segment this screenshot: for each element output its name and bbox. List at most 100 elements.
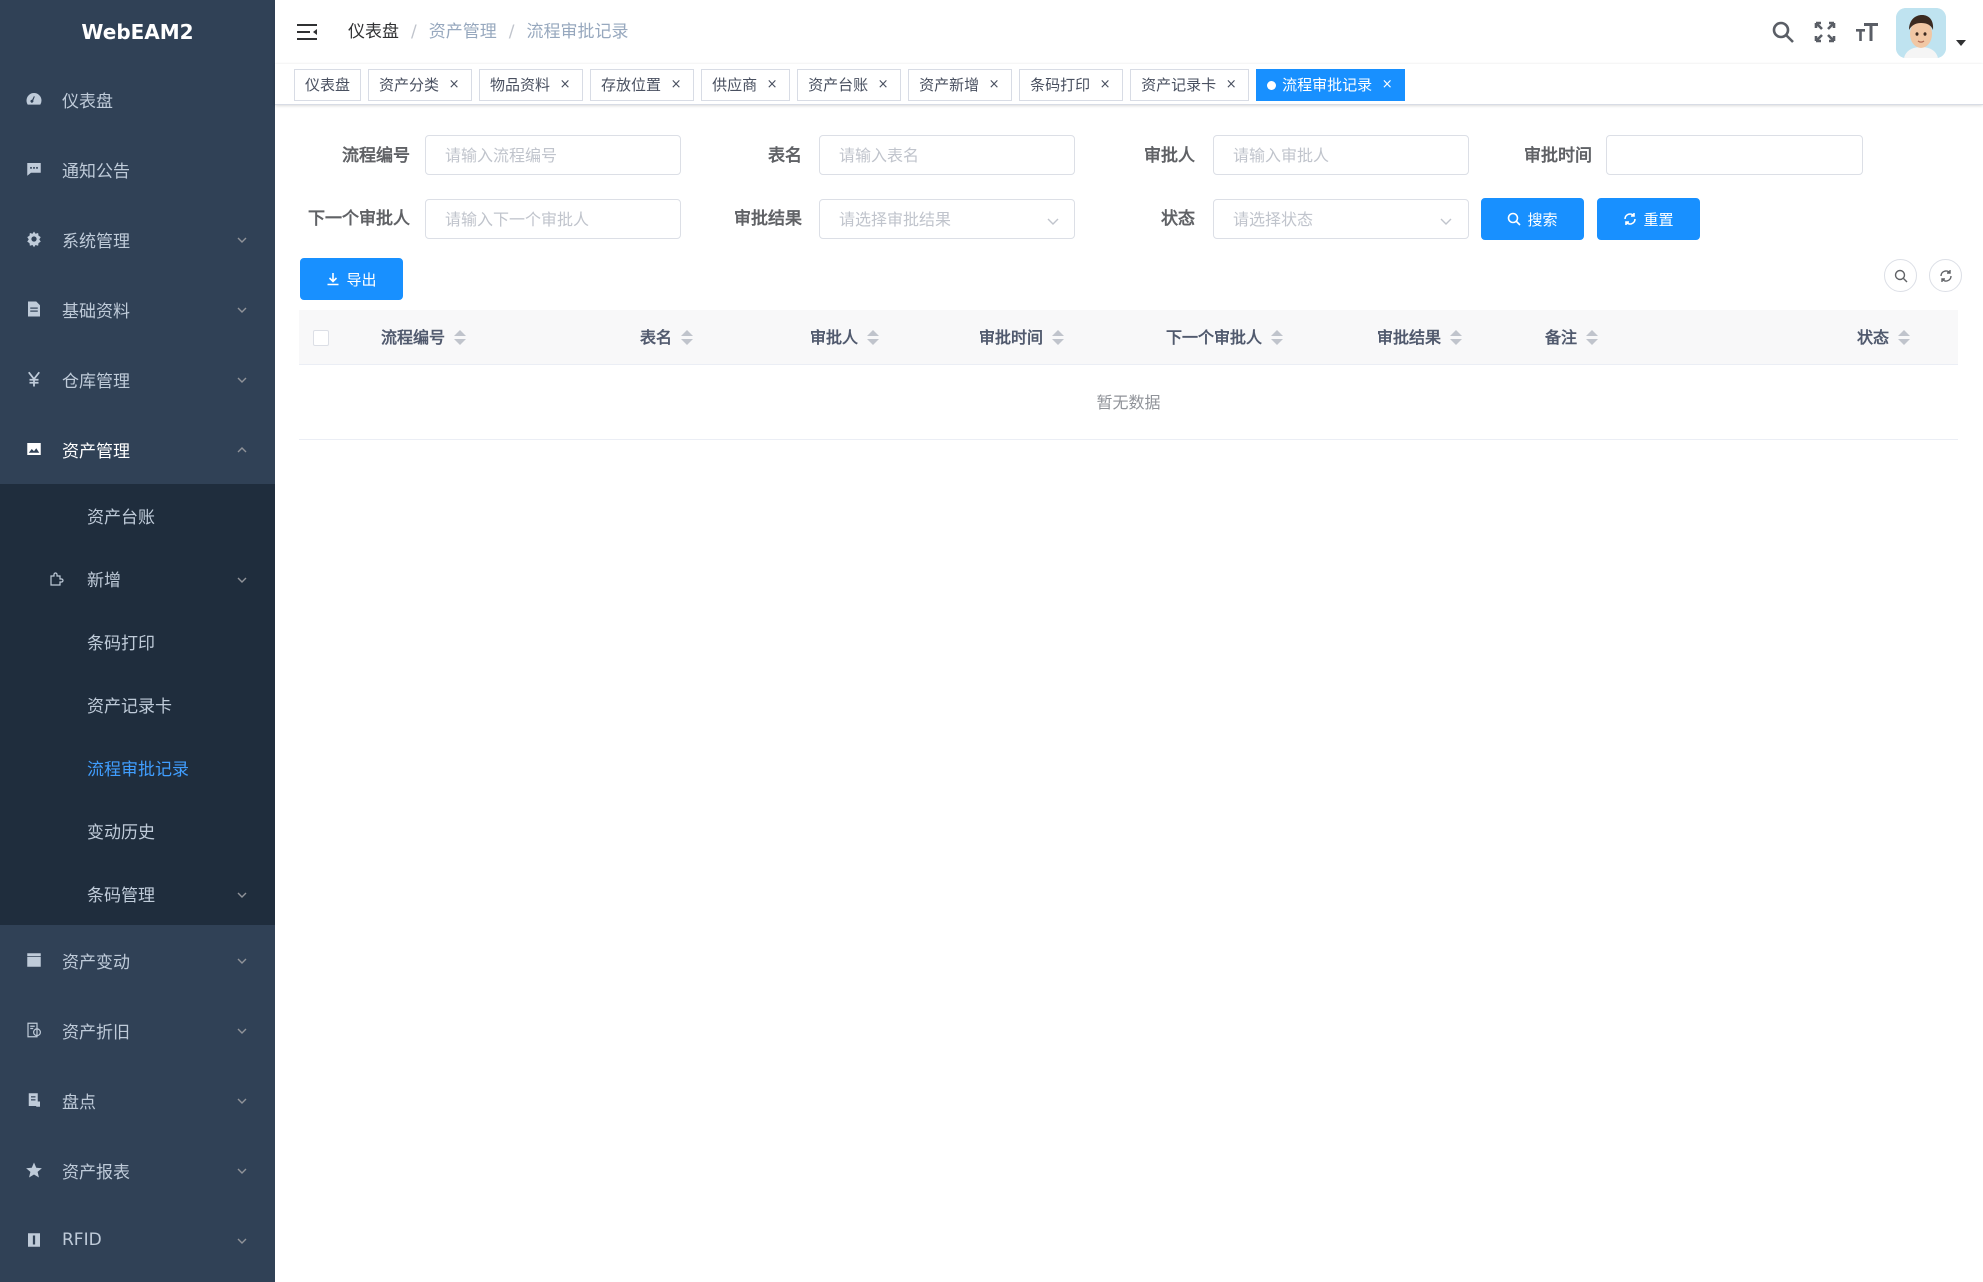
breadcrumb-item[interactable]: 仪表盘 <box>348 22 399 42</box>
sidebar-subitem-change-history[interactable]: 变动历史 <box>0 799 275 862</box>
toggle-search-button[interactable] <box>1884 259 1917 292</box>
table-name-input[interactable] <box>819 135 1075 175</box>
column-header-label: 流程编号 <box>381 328 446 347</box>
fullscreen-icon[interactable] <box>1812 19 1838 45</box>
top-navbar: 仪表盘 / 资产管理 / 流程审批记录 <box>275 0 1983 64</box>
refresh-button[interactable] <box>1929 259 1962 292</box>
sidebar-item-asset-change[interactable]: 资产变动 <box>0 925 275 995</box>
sort-icon[interactable] <box>1450 330 1463 345</box>
sort-icon[interactable] <box>454 330 467 345</box>
column-header[interactable]: 备注 <box>1545 310 1599 365</box>
table-name-label: 表名 <box>768 146 802 166</box>
column-header[interactable]: 审批结果 <box>1377 310 1463 365</box>
tag-approval-records[interactable]: 流程审批记录 × <box>1256 69 1406 101</box>
sidebar-item-inventory[interactable]: 盘点 <box>0 1065 275 1135</box>
sidebar-item-asset-management[interactable]: 资产管理 <box>0 414 275 484</box>
font-size-icon[interactable] <box>1854 19 1880 45</box>
sort-icon[interactable] <box>1898 330 1911 345</box>
chevron-down-icon <box>1438 213 1454 229</box>
column-header[interactable]: 表名 <box>640 310 694 365</box>
search-button-label: 搜索 <box>1527 210 1558 229</box>
process-no-input[interactable] <box>425 135 681 175</box>
sidebar-item-label: 流程审批记录 <box>87 760 189 780</box>
close-icon[interactable]: × <box>876 70 890 100</box>
tag-asset-ledger[interactable]: 资产台账 × <box>797 69 902 101</box>
search-icon[interactable] <box>1770 19 1796 45</box>
tag-item-data[interactable]: 物品资料 × <box>479 69 584 101</box>
sidebar-item-rfid[interactable]: RFID <box>0 1205 275 1275</box>
status-select[interactable] <box>1213 199 1469 239</box>
user-avatar-dropdown[interactable] <box>1896 0 1971 64</box>
sort-icon[interactable] <box>1271 330 1284 345</box>
close-icon[interactable]: × <box>765 70 779 100</box>
approver-label: 审批人 <box>1144 146 1195 166</box>
tag-asset-add[interactable]: 资产新增 × <box>908 69 1013 101</box>
close-icon[interactable]: × <box>558 70 572 100</box>
tags-list: 仪表盘 资产分类 × 物品资料 × 存放位置 × 供应商 × 资产台账 × 资产新增 × 条… <box>294 69 1412 101</box>
sort-icon[interactable] <box>681 330 694 345</box>
reset-button[interactable]: 重置 <box>1597 198 1700 240</box>
result-select[interactable] <box>819 199 1075 239</box>
close-icon[interactable]: × <box>1380 70 1394 100</box>
sidebar-item-basic-data[interactable]: 基础资料 <box>0 274 275 344</box>
tag-label: 资产记录卡 <box>1141 76 1217 94</box>
sidebar-item-dashboard[interactable]: 仪表盘 <box>0 64 275 134</box>
sidebar-subitem-asset-record-card[interactable]: 资产记录卡 <box>0 673 275 736</box>
puzzle-icon <box>48 570 66 588</box>
close-icon[interactable]: × <box>987 70 1001 100</box>
close-icon[interactable]: × <box>1098 70 1112 100</box>
tag-label: 资产台账 <box>808 76 869 94</box>
sidebar-item-warehouse[interactable]: 仓库管理 <box>0 344 275 414</box>
column-header[interactable]: 流程编号 <box>381 310 467 365</box>
column-header[interactable]: 状态 <box>1857 310 1911 365</box>
next-approver-input[interactable] <box>425 199 681 239</box>
sort-icon[interactable] <box>1052 330 1065 345</box>
message-icon <box>24 159 44 179</box>
sort-icon[interactable] <box>867 330 880 345</box>
app-logo[interactable]: WebEAM2 <box>0 0 275 64</box>
column-header-label: 表名 <box>640 328 673 347</box>
close-icon[interactable]: × <box>669 70 683 100</box>
chevron-down-icon <box>235 1093 249 1107</box>
sidebar-item-notice[interactable]: 通知公告 <box>0 134 275 204</box>
caret-down-icon <box>1956 40 1966 46</box>
download-icon <box>326 272 340 286</box>
chevron-down-icon <box>235 1233 249 1247</box>
tag-supplier[interactable]: 供应商 × <box>701 69 791 101</box>
sidebar-subitem-asset-ledger[interactable]: 资产台账 <box>0 484 275 547</box>
approve-time-input[interactable] <box>1606 135 1863 175</box>
chart-document-icon <box>24 1020 44 1040</box>
approver-input[interactable] <box>1213 135 1469 175</box>
process-no-label: 流程编号 <box>342 146 410 166</box>
sidebar-subitem-barcode-management[interactable]: 条码管理 <box>0 862 275 925</box>
sidebar-item-depreciation[interactable]: 资产折旧 <box>0 995 275 1065</box>
search-button[interactable]: 搜索 <box>1481 198 1584 240</box>
tag-barcode-print[interactable]: 条码打印 × <box>1019 69 1124 101</box>
column-header-label: 备注 <box>1545 328 1578 347</box>
sidebar-subitem-approval-records[interactable]: 流程审批记录 <box>0 736 275 799</box>
chevron-down-icon <box>235 372 249 386</box>
chevron-down-icon <box>235 232 249 246</box>
export-button[interactable]: 导出 <box>300 258 403 300</box>
sort-icon[interactable] <box>1586 330 1599 345</box>
chevron-down-icon <box>235 1163 249 1177</box>
tag-asset-record-card[interactable]: 资产记录卡 × <box>1130 69 1250 101</box>
tag-label: 物品资料 <box>490 76 551 94</box>
tag-label: 仪表盘 <box>305 76 351 94</box>
column-header[interactable]: 审批人 <box>810 310 880 365</box>
select-all-checkbox[interactable] <box>313 330 329 346</box>
sidebar-subitem-add[interactable]: 新增 <box>0 547 275 610</box>
tag-asset-category[interactable]: 资产分类 × <box>368 69 473 101</box>
column-header[interactable]: 审批时间 <box>979 310 1065 365</box>
tag-storage-location[interactable]: 存放位置 × <box>590 69 695 101</box>
tag-dashboard[interactable]: 仪表盘 <box>294 69 362 101</box>
column-header[interactable]: 下一个审批人 <box>1166 310 1284 365</box>
hamburger-icon[interactable] <box>296 21 318 43</box>
close-icon[interactable]: × <box>1224 70 1238 100</box>
chevron-down-icon <box>235 887 249 901</box>
sidebar-item-label: 基础资料 <box>62 301 130 322</box>
sidebar-item-system[interactable]: 系统管理 <box>0 204 275 274</box>
sidebar-subitem-barcode-print[interactable]: 条码打印 <box>0 610 275 673</box>
close-icon[interactable]: × <box>447 70 461 100</box>
sidebar-item-reports[interactable]: 资产报表 <box>0 1135 275 1205</box>
